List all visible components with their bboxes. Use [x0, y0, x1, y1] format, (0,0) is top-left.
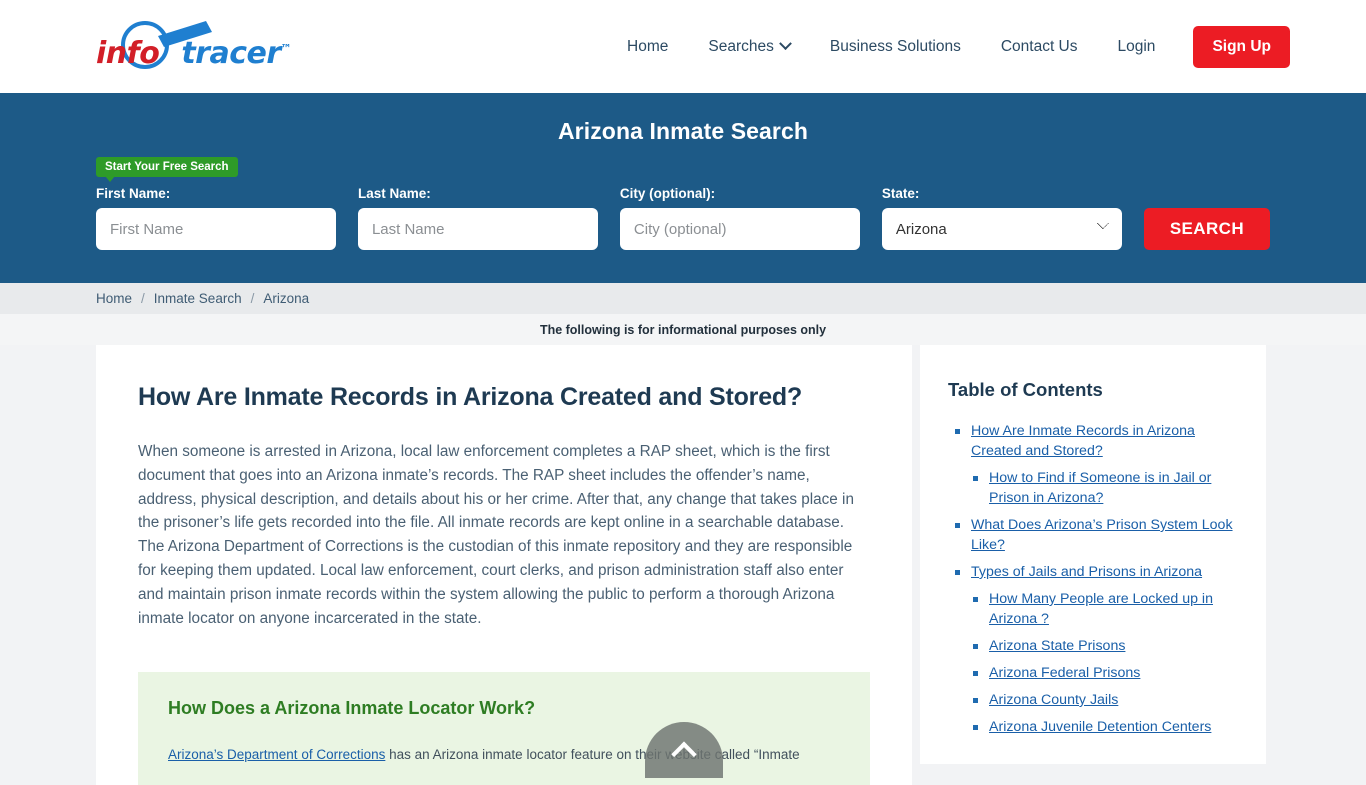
- toc-title: Table of Contents: [948, 379, 1238, 401]
- last-name-label: Last Name:: [358, 186, 598, 201]
- city-input[interactable]: [620, 208, 860, 250]
- informational-notice: The following is for informational purpo…: [0, 314, 1366, 345]
- chevron-down-icon: [779, 37, 792, 50]
- toc-link[interactable]: Types of Jails and Prisons in Arizona: [971, 564, 1202, 580]
- article-card: How Are Inmate Records in Arizona Create…: [96, 345, 912, 785]
- logo-text: info tracer™: [96, 36, 291, 71]
- toc-link[interactable]: Arizona Federal Prisons: [989, 665, 1140, 681]
- first-name-field-group: First Name:: [96, 186, 336, 250]
- search-fields: First Name: Last Name: City (optional): …: [96, 186, 1270, 250]
- state-select[interactable]: Arizona: [882, 208, 1122, 250]
- chevron-up-icon: [671, 742, 696, 767]
- state-label: State:: [882, 186, 1122, 201]
- toc-link[interactable]: Arizona Juvenile Detention Centers: [989, 719, 1211, 735]
- start-free-search-badge: Start Your Free Search: [96, 157, 238, 177]
- nav-login-label: Login: [1118, 38, 1156, 56]
- callout-box: How Does a Arizona Inmate Locator Work? …: [138, 672, 870, 785]
- doc-link[interactable]: Arizona’s Department of Corrections: [168, 747, 385, 762]
- last-name-input[interactable]: [358, 208, 598, 250]
- list-item: Arizona Federal Prisons: [948, 663, 1238, 683]
- toc-link[interactable]: How to Find if Someone is in Jail or Pri…: [989, 470, 1211, 506]
- list-item: Types of Jails and Prisons in Arizona: [948, 562, 1238, 582]
- toc-link[interactable]: Arizona State Prisons: [989, 638, 1125, 654]
- callout-heading: How Does a Arizona Inmate Locator Work?: [168, 698, 840, 719]
- toc-link[interactable]: How Many People are Locked up in Arizona…: [989, 591, 1213, 627]
- nav-searches[interactable]: Searches: [688, 30, 809, 64]
- list-item: How Are Inmate Records in Arizona Create…: [948, 421, 1238, 461]
- breadcrumb-separator: /: [141, 291, 145, 306]
- nav-contact-us-label: Contact Us: [1001, 38, 1078, 56]
- content-area: How Are Inmate Records in Arizona Create…: [0, 345, 1366, 785]
- nav-searches-label: Searches: [708, 38, 773, 56]
- logo-tracer-text: tracer: [181, 36, 280, 71]
- toc-list: How Are Inmate Records in Arizona Create…: [948, 421, 1238, 737]
- first-name-label: First Name:: [96, 186, 336, 201]
- callout-text-after-link: has an Arizona inmate locator feature on…: [385, 747, 799, 762]
- nav-login[interactable]: Login: [1098, 30, 1176, 64]
- toc-link[interactable]: What Does Arizona’s Prison System Look L…: [971, 517, 1233, 553]
- list-item: Arizona County Jails: [948, 690, 1238, 710]
- breadcrumb-home[interactable]: Home: [96, 291, 132, 306]
- callout-paragraph: Arizona’s Department of Corrections has …: [168, 744, 840, 765]
- breadcrumb: Home / Inmate Search / Arizona: [0, 283, 1366, 314]
- list-item: What Does Arizona’s Prison System Look L…: [948, 515, 1238, 555]
- site-logo[interactable]: infotracer™: [96, 16, 276, 78]
- main-navigation: Home Searches Business Solutions Contact…: [607, 26, 1290, 68]
- first-name-input[interactable]: [96, 208, 336, 250]
- site-header: info tracer™ Home Searches Business Solut…: [0, 0, 1366, 93]
- sign-up-button[interactable]: Sign Up: [1193, 26, 1290, 68]
- list-item: How to Find if Someone is in Jail or Pri…: [948, 468, 1238, 508]
- logo-tm: ™: [281, 42, 292, 55]
- search-button[interactable]: SEARCH: [1144, 208, 1270, 250]
- toc-link[interactable]: Arizona County Jails: [989, 692, 1118, 708]
- breadcrumb-separator: /: [251, 291, 255, 306]
- nav-business-solutions[interactable]: Business Solutions: [810, 30, 981, 64]
- breadcrumb-current: Arizona: [263, 291, 309, 306]
- toc-link[interactable]: How Are Inmate Records in Arizona Create…: [971, 423, 1195, 459]
- inmate-search-panel: Arizona Inmate Search Start Your Free Se…: [0, 93, 1366, 283]
- free-search-badge-wrap: Start Your Free Search: [96, 157, 1270, 179]
- city-field-group: City (optional):: [620, 186, 860, 250]
- page-title: How Are Inmate Records in Arizona Create…: [138, 383, 870, 412]
- article-paragraph: When someone is arrested in Arizona, loc…: [138, 440, 870, 630]
- nav-business-solutions-label: Business Solutions: [830, 38, 961, 56]
- list-item: How Many People are Locked up in Arizona…: [948, 589, 1238, 629]
- state-field-group: State: Arizona: [882, 186, 1122, 250]
- table-of-contents-card: Table of Contents How Are Inmate Records…: [920, 345, 1266, 764]
- list-item: Arizona Juvenile Detention Centers: [948, 717, 1238, 737]
- nav-home[interactable]: Home: [607, 30, 688, 64]
- city-label: City (optional):: [620, 186, 860, 201]
- last-name-field-group: Last Name:: [358, 186, 598, 250]
- nav-contact-us[interactable]: Contact Us: [981, 30, 1098, 64]
- list-item: Arizona State Prisons: [948, 636, 1238, 656]
- logo-info-text: info: [96, 36, 159, 71]
- breadcrumb-inmate-search[interactable]: Inmate Search: [154, 291, 242, 306]
- search-panel-title: Arizona Inmate Search: [96, 93, 1270, 145]
- nav-home-label: Home: [627, 38, 668, 56]
